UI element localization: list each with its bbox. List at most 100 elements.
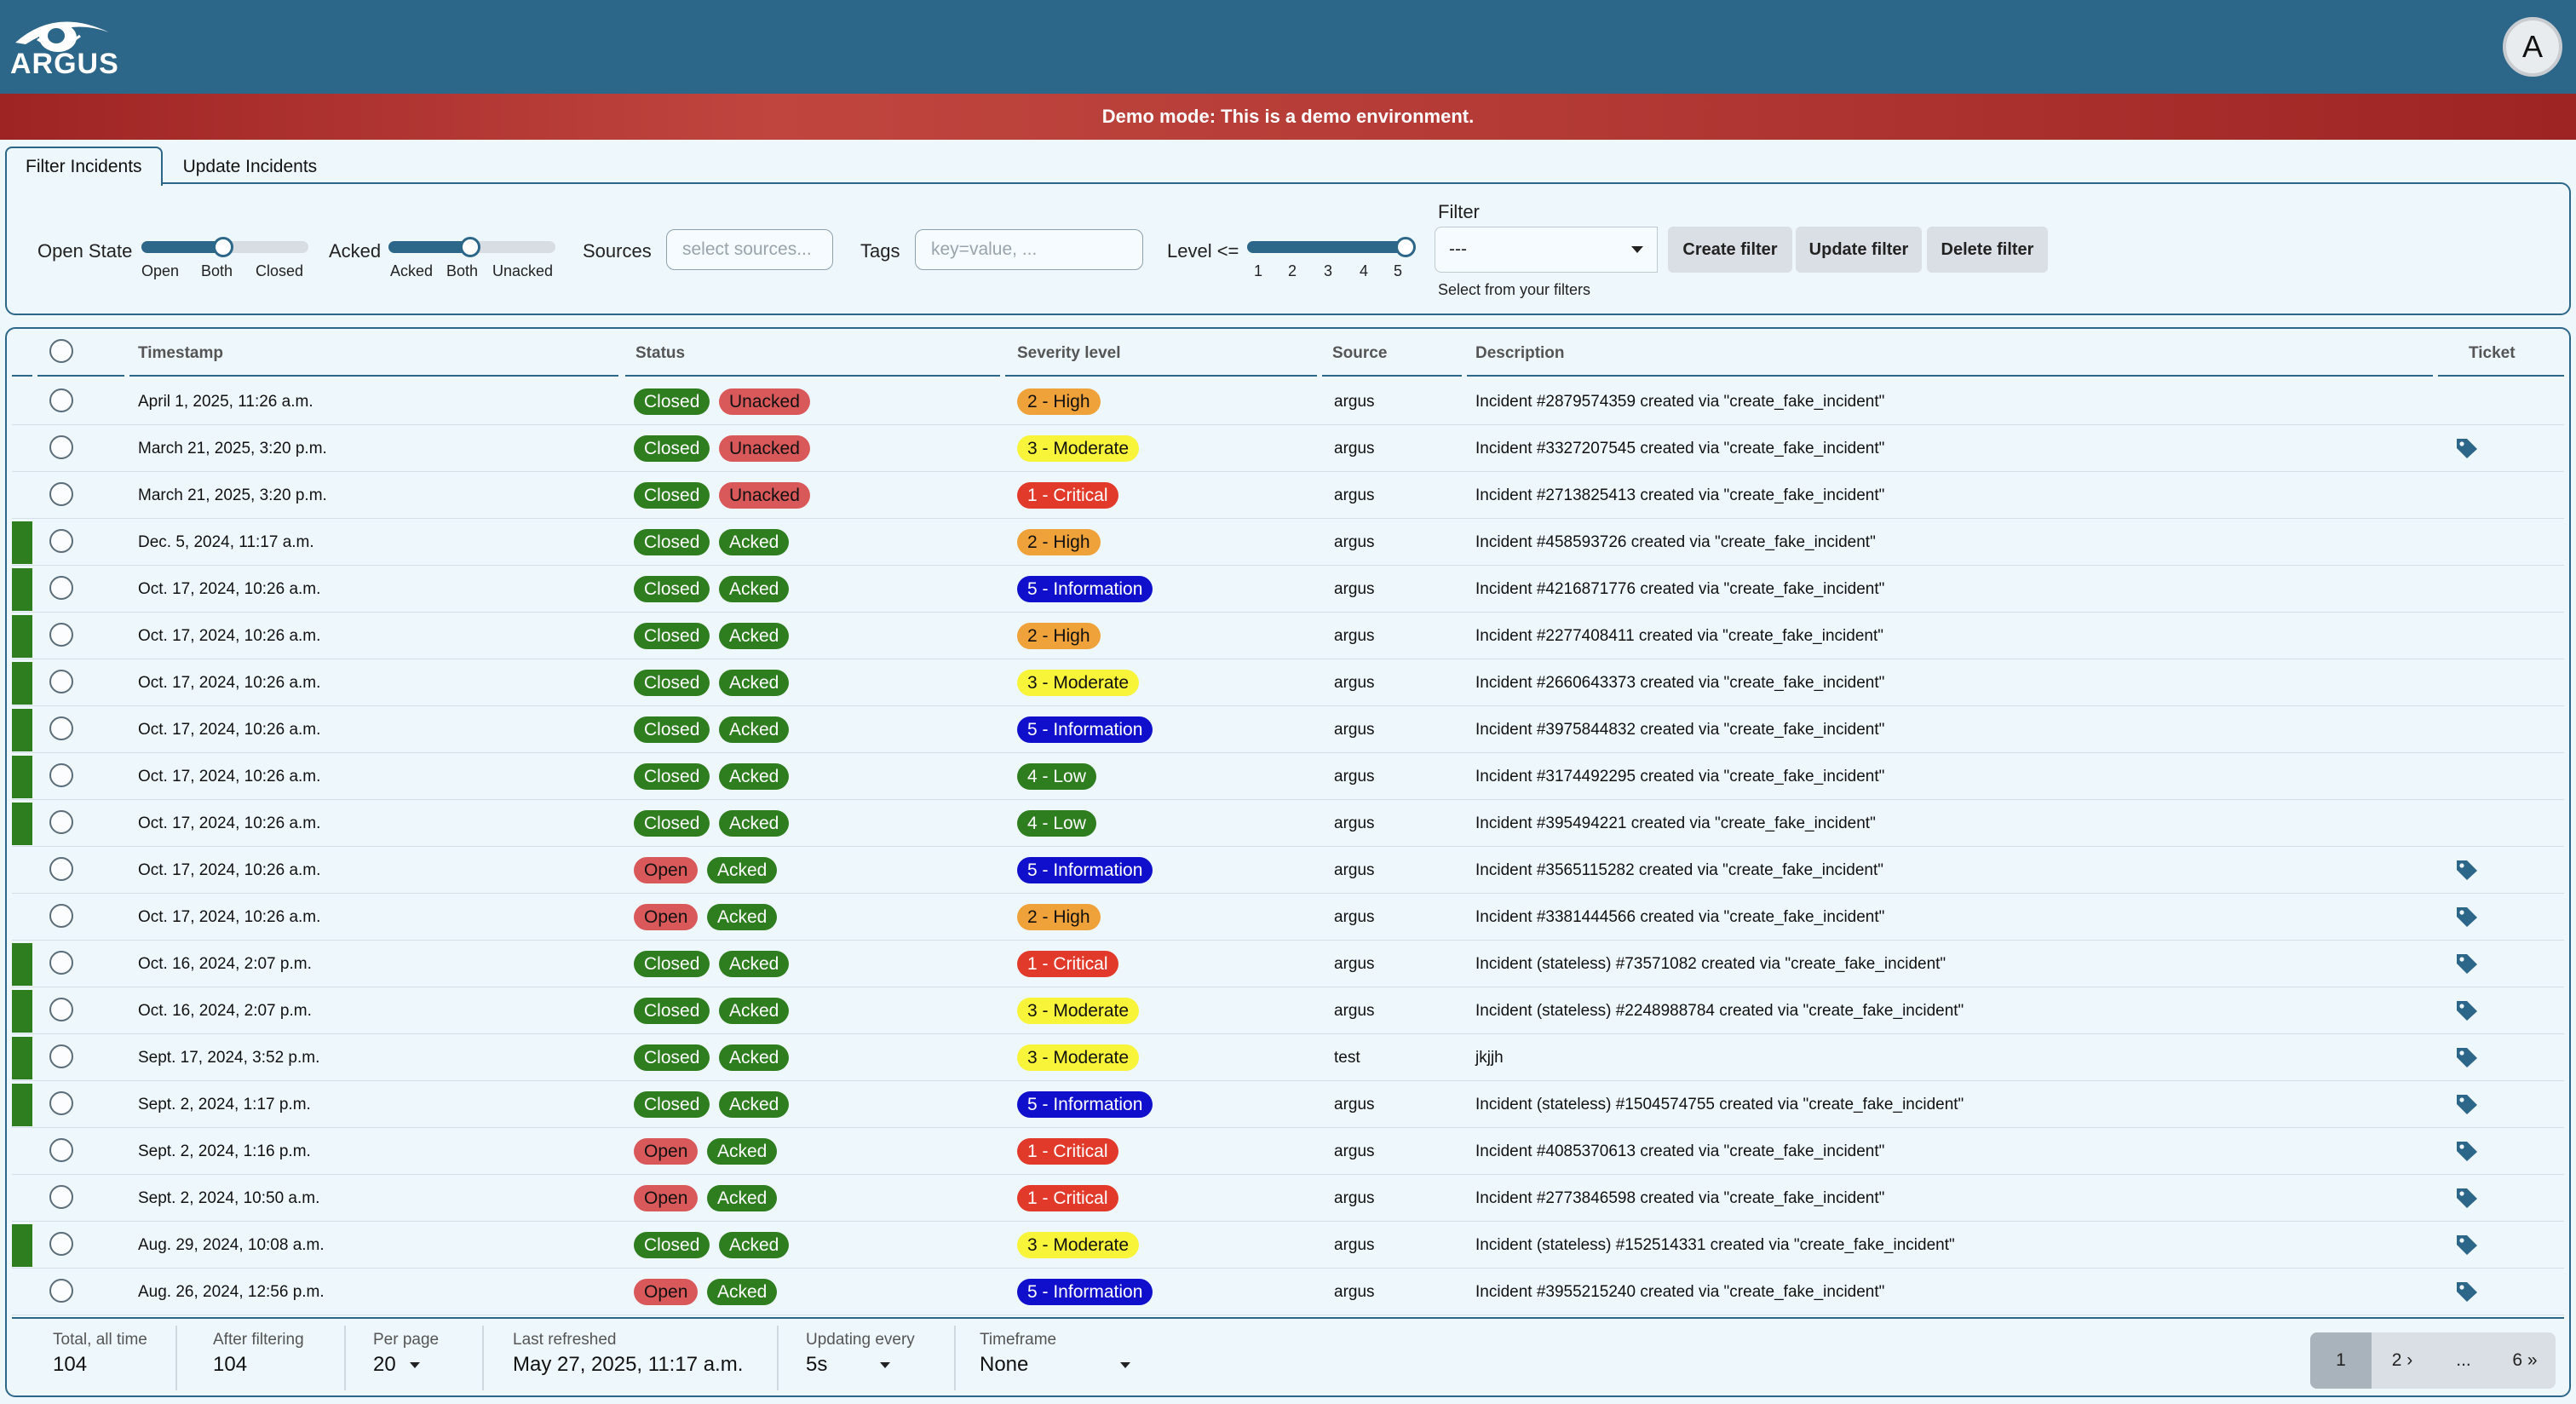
ticket-tag-icon[interactable] — [2455, 1140, 2479, 1162]
table-row[interactable]: March 21, 2025, 3:20 p.m. Closed Unacked 3 … — [12, 425, 2564, 472]
select-all-checkbox[interactable] — [49, 339, 73, 363]
table-row[interactable]: Oct. 17, 2024, 10:26 a.m. Closed Acked 4 - … — [12, 753, 2564, 800]
table-row[interactable]: Oct. 16, 2024, 2:07 p.m. Closed Acked 3 - M… — [12, 987, 2564, 1034]
table-row[interactable]: Sept. 2, 2024, 1:16 p.m. Open Acked 1 - Cri… — [12, 1128, 2564, 1175]
table-row[interactable]: Sept. 2, 2024, 10:50 a.m. Open Acked 1 - Cr… — [12, 1175, 2564, 1222]
column-header-timestamp[interactable]: Timestamp — [138, 344, 223, 363]
table-row[interactable]: Dec. 5, 2024, 11:17 a.m. Closed Acked 2 - H… — [12, 519, 2564, 566]
open-state-thumb[interactable] — [213, 237, 233, 257]
column-header-status[interactable]: Status — [635, 344, 685, 363]
level-thumb[interactable] — [1395, 237, 1416, 257]
ticket-tag-icon[interactable] — [2455, 437, 2479, 459]
logo-text[interactable]: ARGUS — [10, 48, 119, 81]
row-checkbox[interactable] — [49, 998, 73, 1021]
sources-input[interactable]: select sources... — [666, 229, 833, 270]
column-header-description[interactable]: Description — [1475, 344, 1565, 363]
page-1-button[interactable]: 1 — [2310, 1332, 2372, 1389]
delete-filter-button[interactable]: Delete filter — [1927, 227, 2048, 273]
row-checkbox[interactable] — [49, 716, 73, 740]
source-cell: argus — [1334, 721, 1375, 739]
acked-slider[interactable] — [388, 237, 555, 257]
table-row[interactable]: March 21, 2025, 3:20 p.m. Closed Unacked 1 … — [12, 472, 2564, 519]
page-next-button[interactable]: 2 › — [2372, 1332, 2433, 1389]
description-cell: Incident #2773846598 created via "create… — [1475, 1189, 1885, 1207]
table-row[interactable]: Oct. 17, 2024, 10:26 a.m. Closed Acked 5 - … — [12, 706, 2564, 753]
filtered-count: After filtering 104 — [213, 1331, 304, 1376]
table-row[interactable]: Oct. 17, 2024, 10:26 a.m. Closed Acked 3 - … — [12, 659, 2564, 706]
update-interval-select[interactable]: Updating every 5s — [806, 1331, 915, 1377]
ticket-tag-icon[interactable] — [2455, 999, 2479, 1021]
header-divider — [2438, 375, 2564, 377]
open-state-option: Closed — [256, 262, 304, 279]
row-checkbox[interactable] — [49, 1232, 73, 1256]
row-checkbox[interactable] — [49, 1044, 73, 1068]
tab-filter-incidents[interactable]: Filter Incidents — [5, 147, 163, 186]
filter-label: Filter — [1438, 201, 1480, 222]
row-checkbox[interactable] — [49, 1138, 73, 1162]
page-ellipsis[interactable]: ... — [2433, 1332, 2494, 1389]
table-row[interactable]: April 1, 2025, 11:26 a.m. Closed Unacked 2 … — [12, 378, 2564, 425]
ticket-tag-icon[interactable] — [2455, 1093, 2479, 1115]
row-checkbox[interactable] — [49, 529, 73, 553]
user-avatar[interactable]: A — [2503, 17, 2562, 77]
ticket-tag-icon[interactable] — [2455, 1280, 2479, 1303]
table-row[interactable]: Sept. 2, 2024, 1:17 p.m. Closed Acked 5 - I… — [12, 1081, 2564, 1128]
row-checkbox[interactable] — [49, 623, 73, 647]
ticket-tag-icon[interactable] — [2455, 906, 2479, 928]
open-state-badge: Open — [634, 857, 699, 883]
tags-input[interactable]: key=value, ... — [915, 229, 1143, 270]
timeframe-select[interactable]: Timeframe None — [980, 1331, 1131, 1377]
open-state-slider[interactable] — [141, 237, 308, 257]
table-row[interactable]: Aug. 26, 2024, 12:56 p.m. Open Acked 5 - In… — [12, 1269, 2564, 1315]
create-filter-button[interactable]: Create filter — [1668, 227, 1792, 273]
page-last-button[interactable]: 6 » — [2494, 1332, 2556, 1389]
table-row[interactable]: Oct. 17, 2024, 10:26 a.m. Open Acked 5 - In… — [12, 847, 2564, 894]
table-row[interactable]: Oct. 17, 2024, 10:26 a.m. Closed Acked 4 - … — [12, 800, 2564, 847]
row-checkbox[interactable] — [49, 763, 73, 787]
row-checkbox[interactable] — [49, 388, 73, 412]
row-checkbox[interactable] — [49, 1091, 73, 1115]
column-header-ticket[interactable]: Ticket — [2469, 344, 2516, 363]
tab-update-incidents[interactable]: Update Incidents — [163, 147, 338, 184]
description-cell: Incident #395494221 created via "create_… — [1475, 814, 1876, 832]
source-cell: argus — [1334, 627, 1375, 645]
open-state-badge: Open — [634, 1138, 699, 1165]
row-checkbox[interactable] — [49, 1185, 73, 1209]
acked-badge: Unacked — [719, 435, 810, 462]
row-checkbox[interactable] — [49, 1279, 73, 1303]
column-header-severity[interactable]: Severity level — [1017, 344, 1120, 363]
row-checkbox[interactable] — [49, 951, 73, 975]
row-checkbox[interactable] — [49, 857, 73, 881]
top-bar: ARGUS A — [0, 0, 2576, 94]
acked-badge: Unacked — [719, 482, 810, 509]
per-page-select[interactable]: Per page 20 — [373, 1331, 439, 1377]
ticket-tag-icon[interactable] — [2455, 952, 2479, 975]
row-checkbox[interactable] — [49, 670, 73, 693]
table-row[interactable]: Oct. 17, 2024, 10:26 a.m. Open Acked 2 - Hi… — [12, 894, 2564, 941]
table-row[interactable]: Oct. 16, 2024, 2:07 p.m. Closed Acked 1 - C… — [12, 941, 2564, 987]
level-tick: 5 — [1394, 262, 1403, 279]
table-row[interactable]: Oct. 17, 2024, 10:26 a.m. Closed Acked 2 - … — [12, 613, 2564, 659]
source-cell: argus — [1334, 580, 1375, 598]
ticket-tag-icon[interactable] — [2455, 1046, 2479, 1068]
acked-thumb[interactable] — [460, 237, 480, 257]
row-checkbox[interactable] — [49, 810, 73, 834]
ticket-tag-icon[interactable] — [2455, 859, 2479, 881]
timestamp-cell: Oct. 17, 2024, 10:26 a.m. — [138, 674, 321, 692]
severity-badge: 1 - Critical — [1017, 1138, 1118, 1165]
filter-select[interactable]: --- — [1435, 227, 1658, 273]
row-checkbox[interactable] — [49, 904, 73, 928]
table-row[interactable]: Oct. 17, 2024, 10:26 a.m. Closed Acked 5 - … — [12, 566, 2564, 613]
ticket-tag-icon[interactable] — [2455, 1187, 2479, 1209]
row-checkbox[interactable] — [49, 576, 73, 600]
table-row[interactable]: Aug. 29, 2024, 10:08 a.m. Closed Acked 3 - … — [12, 1222, 2564, 1269]
row-checkbox[interactable] — [49, 482, 73, 506]
ticket-tag-icon[interactable] — [2455, 1234, 2479, 1256]
description-cell: Incident #3381444566 created via "create… — [1475, 908, 1885, 926]
description-cell: Incident #2713825413 created via "create… — [1475, 486, 1885, 504]
column-header-source[interactable]: Source — [1332, 344, 1387, 363]
level-slider[interactable] — [1247, 237, 1416, 257]
row-checkbox[interactable] — [49, 435, 73, 459]
update-filter-button[interactable]: Update filter — [1796, 227, 1922, 273]
table-row[interactable]: Sept. 17, 2024, 3:52 p.m. Closed Acked 3 - … — [12, 1034, 2564, 1081]
